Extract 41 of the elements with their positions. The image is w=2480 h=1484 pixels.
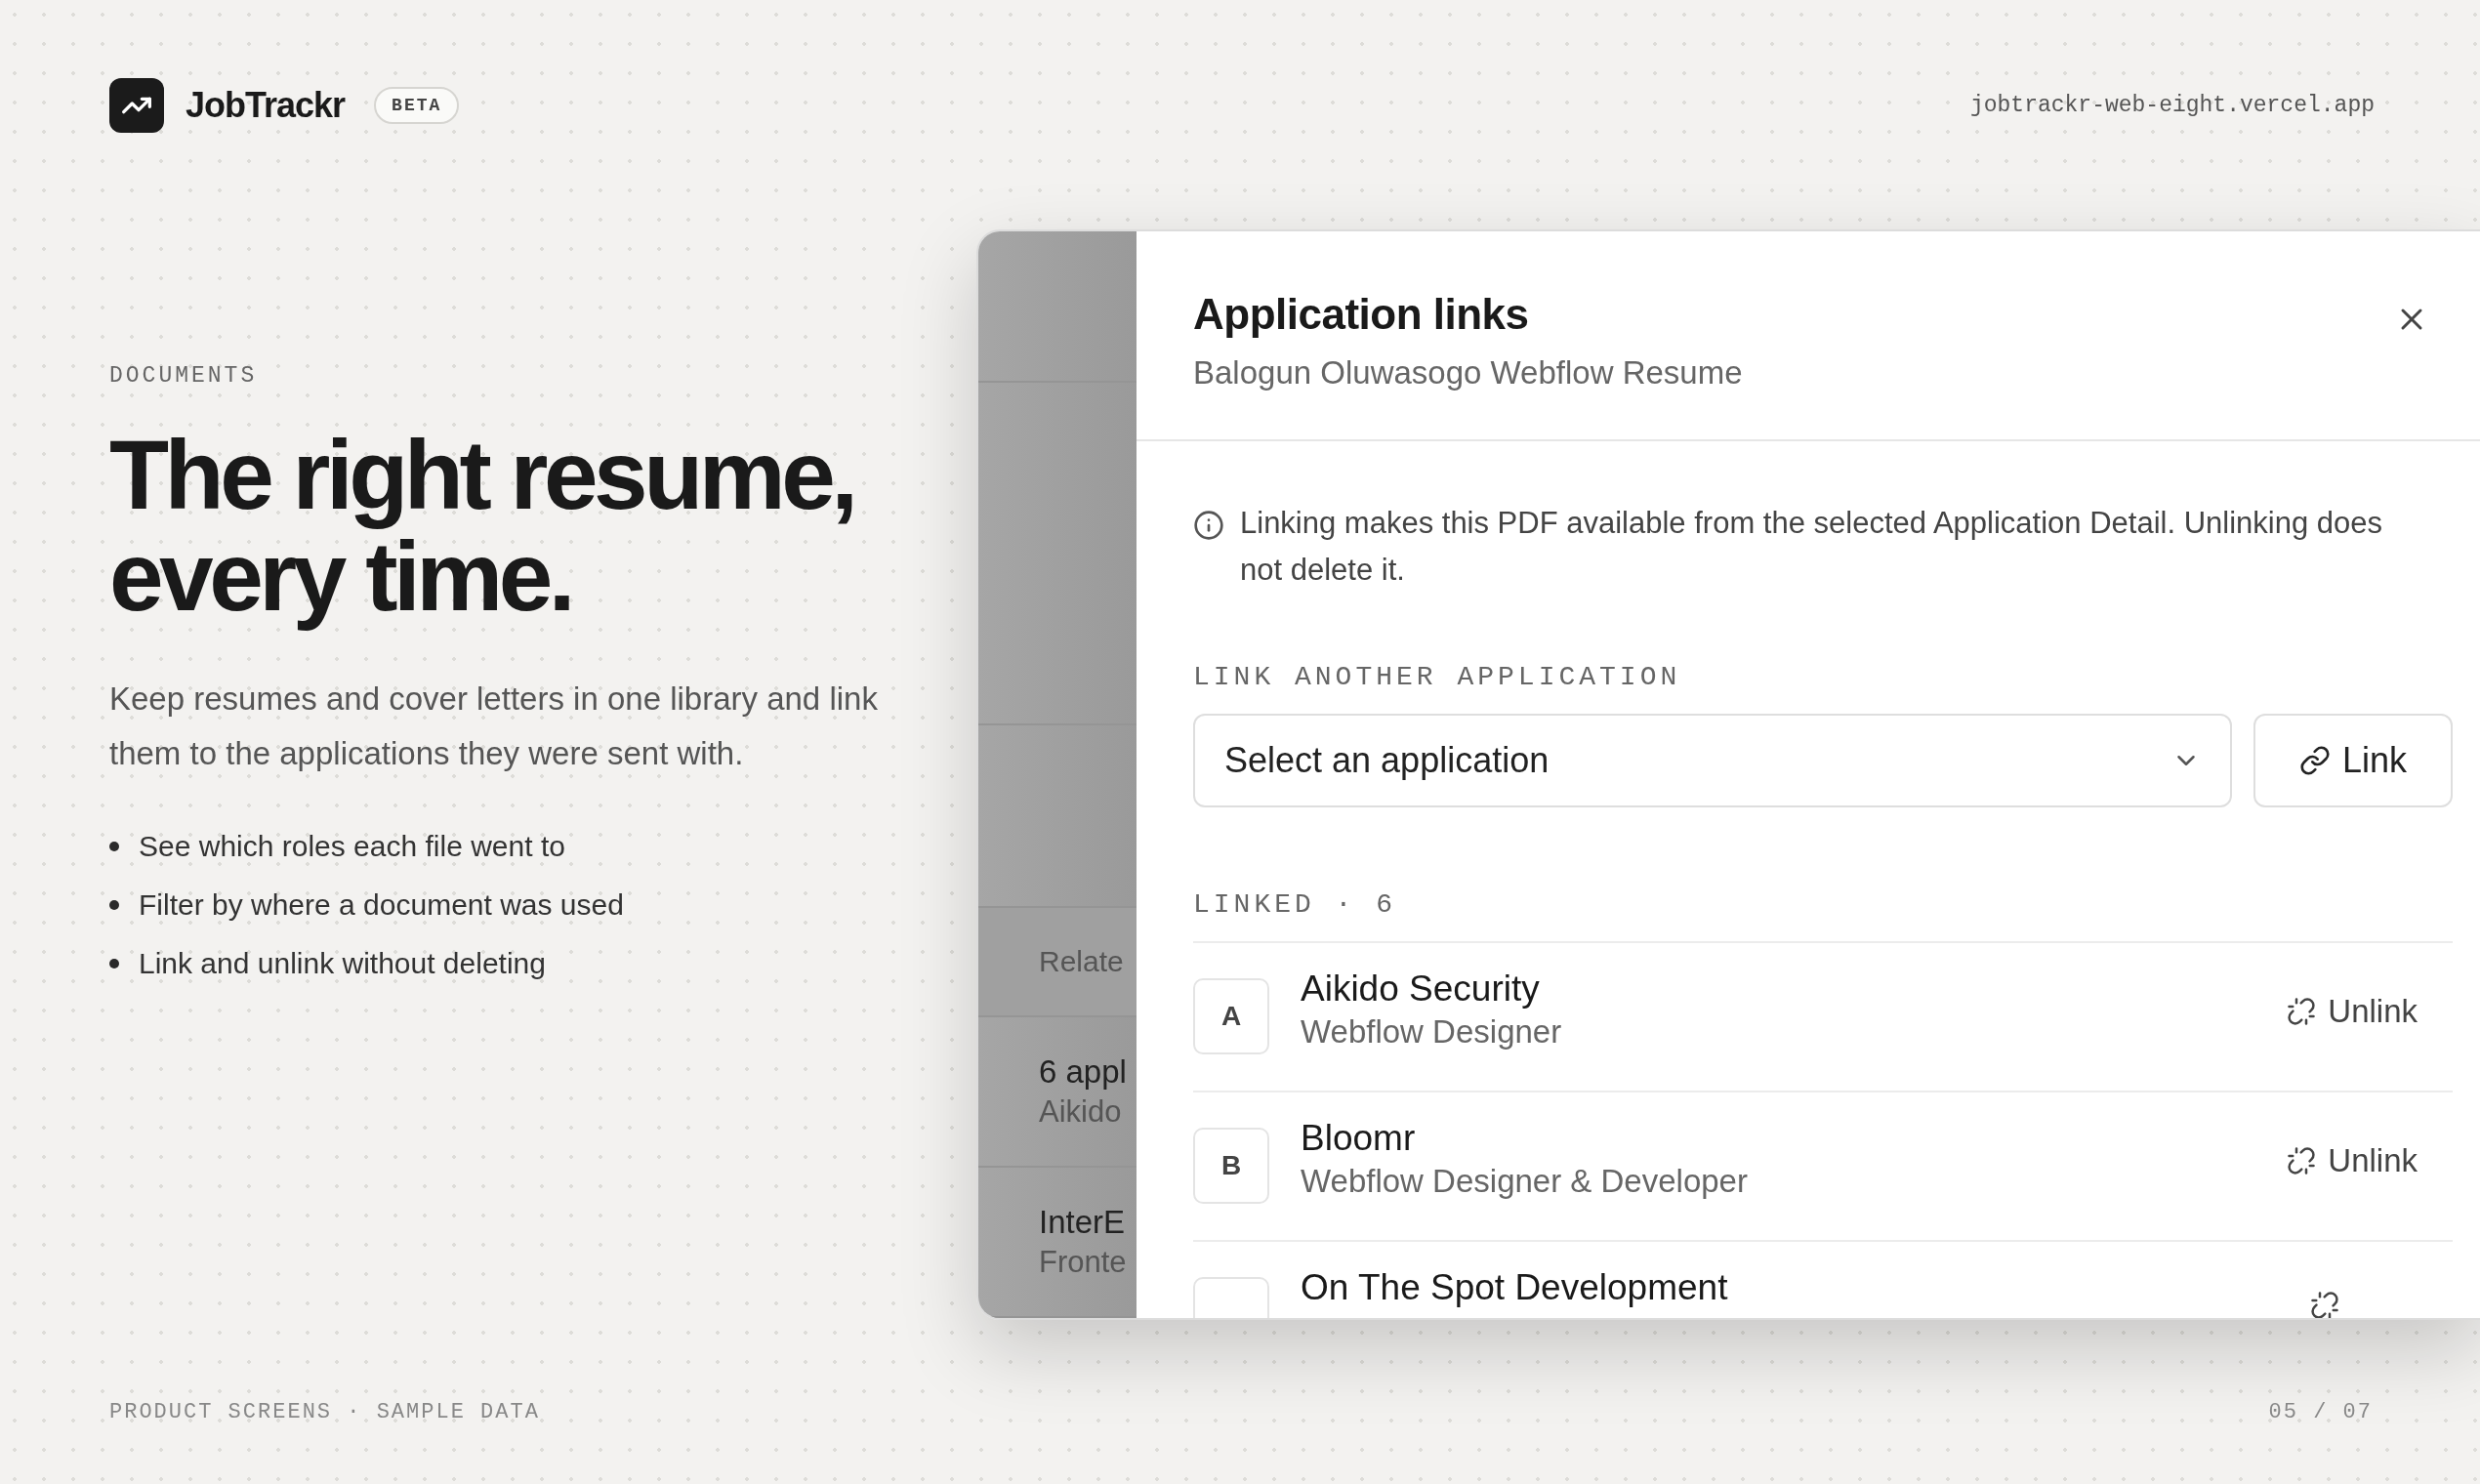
section-label: Relate bbox=[1039, 945, 1124, 979]
info-text: Linking makes this PDF available from the selected Application Detail. Unlinking does not delete it. bbox=[1240, 505, 2383, 589]
row-title: 6 appl bbox=[1039, 1053, 1128, 1092]
role-title: Webflow Designer & Developer bbox=[1301, 1163, 1749, 1200]
row-title: InterE bbox=[1039, 1204, 1127, 1242]
bullet-dot bbox=[109, 900, 119, 910]
broken-link-icon bbox=[2287, 997, 2317, 1026]
company-name: Bloomr bbox=[1301, 1118, 1417, 1159]
company-name: Aikido Security bbox=[1301, 969, 1541, 1010]
page-counter: 05 / 07 bbox=[2268, 1400, 2373, 1424]
initial-avatar: B bbox=[1193, 1128, 1269, 1204]
row-subtitle: Fronte bbox=[1039, 1245, 1128, 1281]
site-url: jobtrackr-web-eight.vercel.app bbox=[1969, 93, 2375, 118]
feature-text: Link and unlink without deleting bbox=[139, 947, 546, 980]
logo-icon bbox=[109, 78, 164, 133]
linked-section-label: LINKED · 6 bbox=[1193, 889, 1398, 920]
role-title: Webflow Designer bbox=[1301, 1013, 1563, 1051]
link-button[interactable]: Link bbox=[2253, 714, 2453, 807]
link-icon bbox=[2298, 745, 2331, 776]
unlink-button[interactable]: Unlink bbox=[2281, 1141, 2423, 1180]
intro-paragraph: Keep resumes and cover letters in one library and link them to the applications they were sent with. bbox=[109, 680, 879, 773]
initial-avatar: A bbox=[1193, 978, 1269, 1054]
section-eyebrow: DOCUMENTS bbox=[109, 363, 259, 389]
brand-name: JobTrackr bbox=[186, 85, 346, 126]
bullet-dot bbox=[109, 959, 119, 969]
link-section-label: LINK ANOTHER APPLICATION bbox=[1193, 662, 1682, 692]
unlink-button[interactable]: Unlink bbox=[2281, 992, 2423, 1031]
company-name: On The Spot Development bbox=[1301, 1267, 1729, 1308]
broken-link-icon bbox=[2287, 1146, 2317, 1175]
application-select[interactable]: Select an application bbox=[1193, 714, 2232, 807]
select-placeholder: Select an application bbox=[1224, 740, 1550, 781]
beta-badge: BETA bbox=[374, 87, 460, 124]
drawer-subtitle: Balogun Oluwasogo Webflow Resume bbox=[1193, 354, 1743, 392]
feature-text: Filter by where a document was used bbox=[139, 888, 624, 922]
broken-link-icon[interactable] bbox=[2310, 1291, 2339, 1318]
feature-text: See which roles each file went to bbox=[139, 830, 565, 863]
info-icon bbox=[1193, 510, 1224, 541]
drawer-title: Application links bbox=[1193, 290, 1530, 339]
bullet-dot bbox=[109, 842, 119, 851]
row-subtitle: Aikido bbox=[1039, 1094, 1123, 1131]
footer-caption: PRODUCT SCREENS · SAMPLE DATA bbox=[109, 1400, 540, 1424]
